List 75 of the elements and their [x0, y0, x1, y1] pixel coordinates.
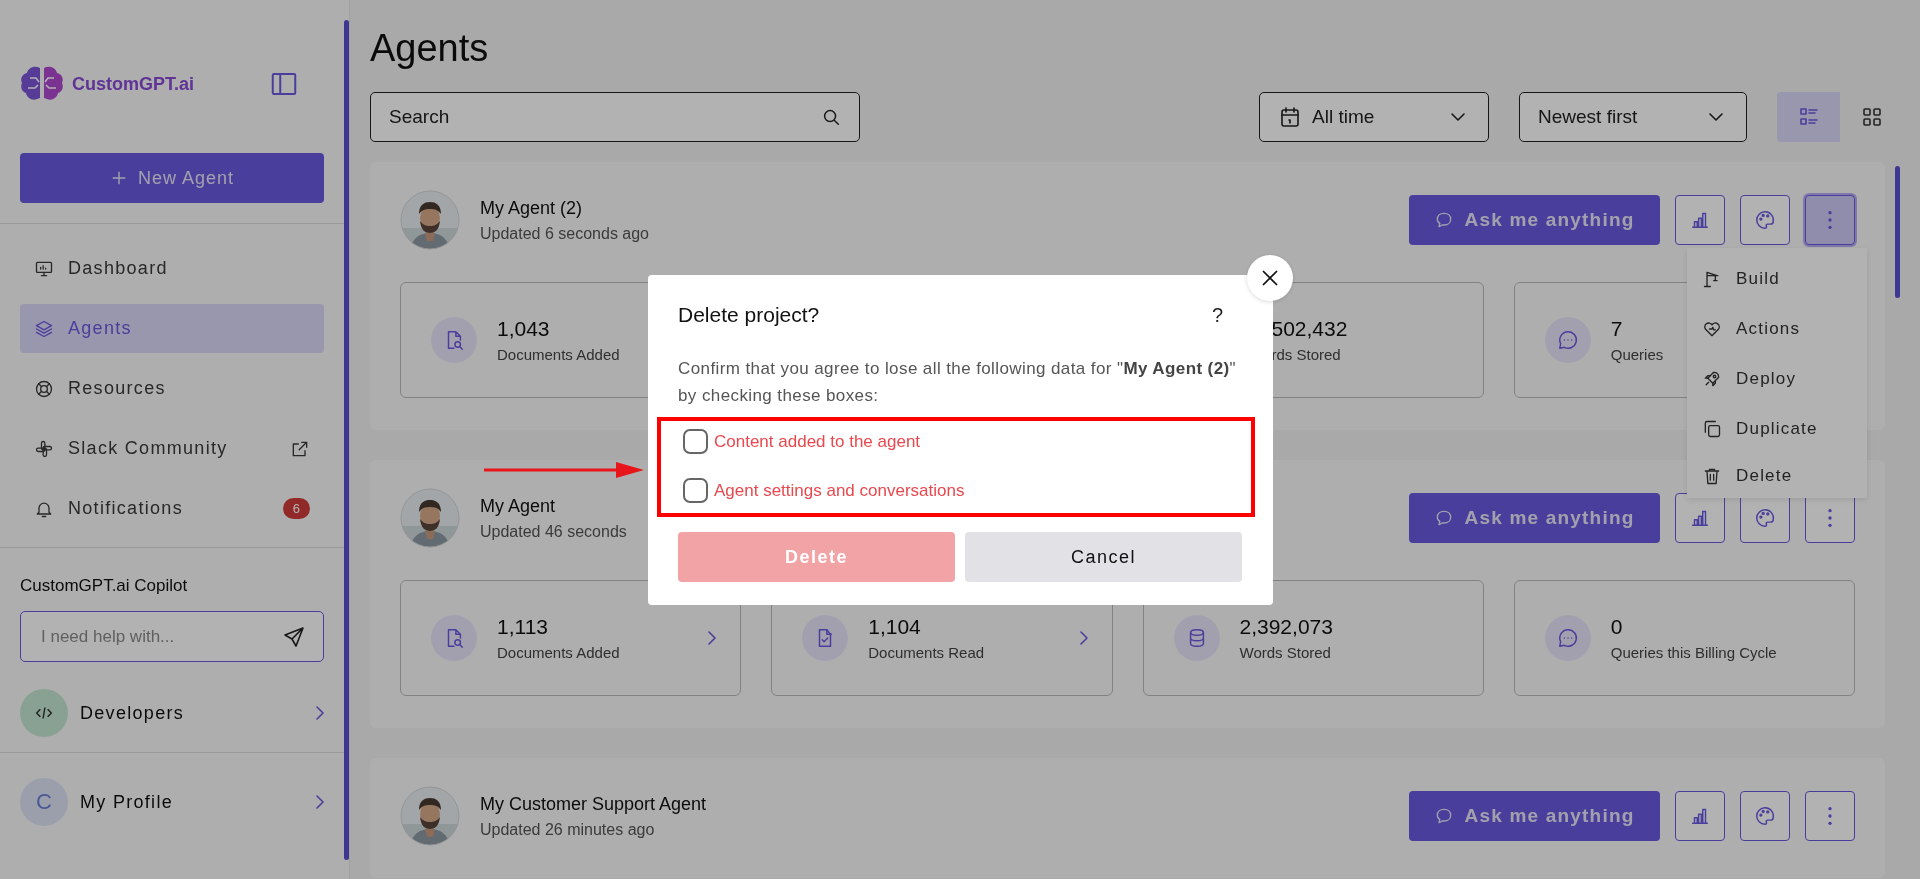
stat-value: 0 [1610, 615, 1623, 639]
chat-icon [1556, 627, 1579, 649]
updated-time: Updated 26 minutes ago [480, 820, 656, 839]
checkbox-label: Agent settings and conversations [714, 480, 965, 501]
stat-value: 1,104 [868, 615, 921, 639]
more-button[interactable] [1805, 791, 1855, 841]
profile-link[interactable]: C My Profile [20, 777, 324, 827]
analytics-button[interactable] [1675, 791, 1725, 841]
menu-item[interactable]: Build [1687, 254, 1867, 304]
layers-icon [34, 318, 54, 339]
chat-icon [1556, 329, 1579, 351]
dialog-title: Delete project? [678, 303, 820, 327]
send-icon[interactable] [282, 624, 306, 649]
avatar-initial: C [20, 778, 68, 826]
checkbox[interactable] [683, 429, 708, 454]
agent-name[interactable]: My Agent (2) [480, 197, 649, 219]
theme-button[interactable] [1740, 195, 1790, 245]
menu-item[interactable]: Actions [1687, 304, 1867, 354]
rocket-icon [1702, 369, 1722, 389]
analytics-button[interactable] [1675, 195, 1725, 245]
code-icon [20, 689, 68, 737]
palette-icon [1754, 507, 1776, 529]
count-badge: 6 [282, 498, 310, 519]
dialog-message: Confirm that you agree to lose all the following data for "My Agent (2)" by checking these boxes: [678, 358, 1238, 407]
stat-label: Words Stored [1239, 644, 1331, 661]
list-view-button[interactable] [1777, 92, 1840, 142]
more-button[interactable] [1805, 195, 1855, 245]
heart-icon [1702, 319, 1722, 339]
page-title: Agents [370, 27, 490, 70]
stat-label: Queries [1610, 346, 1664, 363]
copy-icon [1702, 419, 1722, 439]
sort-dropdown[interactable]: Newest first [1519, 92, 1747, 142]
calendar-icon [1278, 105, 1302, 129]
date-filter-dropdown[interactable]: All time [1259, 92, 1489, 142]
stat-value: 7 [1610, 317, 1623, 341]
updated-time: Updated 6 seconds ago [480, 224, 649, 243]
palette-icon [1754, 209, 1776, 231]
menu-item[interactable]: Deploy [1687, 354, 1867, 404]
search-field[interactable]: Search [370, 92, 860, 142]
nav-item[interactable]: Dashboard [20, 244, 324, 293]
developers-link[interactable]: Developers [20, 688, 324, 738]
menu-item[interactable]: Delete [1687, 454, 1867, 498]
stat-label: Documents Read [868, 644, 985, 661]
trash-icon [1702, 466, 1722, 486]
section-title: CustomGPT.ai Copilot [20, 576, 189, 596]
menu-item[interactable]: Duplicate [1687, 404, 1867, 454]
stat-value: 1,043 [497, 317, 550, 341]
more-icon [1828, 509, 1832, 527]
agent-name[interactable]: My Agent [480, 495, 627, 517]
stat-value: 502,432 [1271, 317, 1348, 341]
stat-label: Documents Added [497, 644, 620, 661]
logo-text: CustomGPT.ai [72, 73, 195, 95]
checkbox[interactable] [683, 478, 708, 503]
lifebuoy-icon [34, 378, 54, 399]
agent-name[interactable]: My Customer Support Agent [480, 793, 707, 815]
nav-item[interactable]: Notifications 6 [20, 484, 324, 533]
updated-time: Updated 46 seconds [480, 522, 627, 541]
chevron-right-icon [316, 795, 324, 809]
help-link[interactable]: ? [1211, 303, 1223, 327]
nav-item[interactable]: Resources [20, 364, 324, 413]
palette-icon [1754, 805, 1776, 827]
analytics-button[interactable] [1675, 493, 1725, 543]
checkbox-label: Content added to the agent [714, 431, 921, 452]
stat-label: Queries this Billing Cycle [1610, 644, 1777, 661]
chat-input-field[interactable]: I need help with... [20, 611, 324, 662]
theme-button[interactable] [1740, 791, 1790, 841]
cancel-button[interactable]: Cancel [965, 532, 1242, 582]
stat-value: 2,392,073 [1239, 615, 1333, 639]
more-icon [1828, 807, 1832, 825]
stat-label: Documents Added [497, 346, 620, 363]
nav-item[interactable]: Slack Community [20, 424, 324, 473]
more-icon [1828, 211, 1832, 229]
stat-label: rds Stored [1271, 346, 1341, 363]
chevron-right-icon [316, 706, 324, 720]
stat-value: 1,113 [497, 615, 548, 639]
